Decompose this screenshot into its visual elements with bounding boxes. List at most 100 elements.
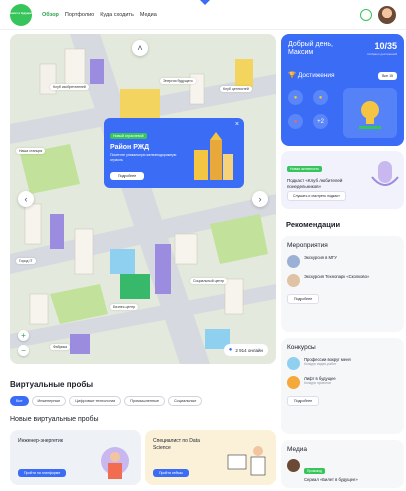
trial-button[interactable]: Пройти сейчас	[153, 469, 190, 477]
virtual-title: Виртуальные пробы	[10, 380, 94, 389]
trophy-icon	[359, 101, 381, 129]
filter-engineering[interactable]: Инженерные	[31, 396, 67, 406]
map-label[interactable]: Фабрика	[50, 344, 71, 350]
nav-where-to-go[interactable]: Куда сходить	[100, 12, 134, 18]
filter-industrial[interactable]: Промышленные	[124, 396, 165, 406]
nav-menu: Обзор Портфолио Куда сходить Медиа	[42, 12, 157, 18]
medal-glyph: ●	[318, 94, 323, 101]
data-scientist-illustration	[227, 446, 266, 476]
trial-card[interactable]: Специалист по Data Science Пройти сейчас	[145, 430, 276, 485]
media-item[interactable]: Промокод Сериал «Билет в будущее»	[287, 459, 398, 482]
media-box: Медиа Промокод Сериал «Билет в будущее»	[281, 440, 404, 488]
contest-item[interactable]: Лифт в будущее Конкурс проектов	[287, 376, 398, 389]
minus-icon: −	[21, 346, 26, 355]
contests-box: Конкурсы Профессии вокруг меня Конкурс в…	[281, 338, 404, 434]
zoom-in-button[interactable]: +	[18, 330, 29, 341]
microphone-icon	[371, 161, 399, 186]
user-avatar[interactable]	[378, 6, 396, 24]
map-label[interactable]: Бизнес-центр	[110, 304, 139, 310]
event-title: Экскурсия Технопарк «Сколково»	[304, 274, 370, 279]
media-tag: Промокод	[304, 468, 325, 474]
map-label[interactable]: Клуб изобретателей	[50, 84, 89, 90]
top-right	[360, 6, 396, 24]
map-label[interactable]: Энергия будущего	[160, 78, 196, 84]
recommendations-title: Рекомендации	[286, 220, 341, 229]
district-popup[interactable]: Новый отраслевой Район РЖД Посетите уник…	[104, 118, 244, 188]
filter-chips: Все Инженерные Цифровые технологии Промы…	[10, 396, 203, 406]
filter-digital[interactable]: Цифровые технологии	[69, 396, 122, 406]
more-medals[interactable]: +2	[313, 114, 328, 129]
nav-media[interactable]: Медиа	[140, 12, 157, 18]
nav-overview[interactable]: Обзор	[42, 12, 59, 18]
chevron-right-icon: ›	[258, 194, 262, 204]
city-map[interactable]: Клуб изобретателей Энергия будущего Клуб…	[10, 34, 276, 364]
popup-more-button[interactable]: Подробнее	[110, 172, 145, 180]
popup-text: Посетите уникальную железнодорожную отра…	[110, 153, 177, 162]
new-virtual-title: Новые виртуальные пробы	[10, 416, 99, 423]
greeting-card: Добрый день, Максим 10/35 Собрано достиж…	[281, 34, 404, 146]
zoom-out-button[interactable]: −	[18, 345, 29, 356]
contests-more-button[interactable]: Подробнее	[287, 396, 320, 406]
media-heading: Медиа	[287, 446, 307, 453]
events-box: Мероприятия Экскурсия в МГУ Экскурсия Те…	[281, 236, 404, 332]
medal-icon[interactable]: ●	[288, 114, 303, 129]
chevron-up-icon: ˄	[137, 43, 143, 53]
contest-icon	[287, 376, 300, 389]
achievement-score: 10/35	[374, 41, 397, 51]
map-illustration	[10, 34, 276, 364]
filter-social[interactable]: Социальные	[167, 396, 203, 406]
events-more-button[interactable]: Подробнее	[287, 294, 320, 304]
contests-heading: Конкурсы	[287, 344, 316, 351]
achievements-label: Достижения	[297, 72, 335, 79]
logo[interactable]: Билет в будущее	[10, 3, 32, 26]
event-thumbnail	[287, 274, 300, 287]
medal-glyph: ●	[293, 118, 298, 125]
all-achievements-button[interactable]: Все 15	[378, 72, 397, 80]
trial-button[interactable]: Пройти на платформе	[18, 469, 67, 477]
logo-text: Билет в будущее	[10, 12, 32, 16]
event-item[interactable]: Экскурсия в МГУ	[287, 255, 398, 268]
contest-subtitle: Конкурс проектов	[304, 381, 331, 386]
top-navigation: Билет в будущее Обзор Портфолио Куда схо…	[0, 0, 406, 30]
map-up-button[interactable]: ˄	[132, 40, 148, 56]
score-label: Собрано достижений	[367, 52, 397, 56]
map-label[interactable]: Город IT	[16, 258, 36, 264]
podcast-button[interactable]: Слушать и смотреть подкаст	[287, 191, 346, 201]
media-thumbnail	[287, 459, 300, 472]
trial-title: Специалист по Data Science	[153, 438, 200, 451]
medal-icon[interactable]: ●	[313, 90, 328, 105]
contest-icon	[287, 357, 300, 370]
notification-icon[interactable]	[360, 9, 372, 21]
event-thumbnail	[287, 255, 300, 268]
map-left-button[interactable]: ‹	[18, 191, 34, 207]
event-item[interactable]: Экскурсия Технопарк «Сколково»	[287, 274, 398, 287]
map-label[interactable]: Социальный центр	[190, 278, 228, 284]
events-heading: Мероприятия	[287, 242, 328, 249]
people-icon: ●	[228, 347, 233, 353]
online-count: 2 914 онлайн	[235, 347, 263, 353]
podcast-tag: Новая активность	[287, 166, 323, 172]
close-icon[interactable]: ×	[235, 121, 239, 128]
building-illustration	[194, 132, 233, 180]
nav-portfolio[interactable]: Портфолио	[65, 12, 94, 18]
contest-subtitle: Конкурс видео-работ	[304, 362, 337, 367]
map-label[interactable]: Наша станция	[16, 148, 46, 154]
podcast-card[interactable]: Новая активность Подкаст «Клуб любителей…	[281, 151, 404, 209]
achievements-heading: 🏆 Достижения	[288, 71, 335, 79]
online-counter[interactable]: ● 2 914 онлайн	[223, 344, 268, 356]
engineer-illustration	[101, 447, 129, 479]
filter-all[interactable]: Все	[10, 396, 29, 406]
trophy-icon: 🏆	[288, 72, 297, 79]
contest-item[interactable]: Профессии вокруг меня Конкурс видео-рабо…	[287, 357, 398, 370]
event-title: Экскурсия в МГУ	[304, 255, 337, 260]
medal-icon[interactable]: ●	[288, 90, 303, 105]
trophy-illustration	[343, 88, 397, 138]
map-right-button[interactable]: ›	[252, 191, 268, 207]
map-label[interactable]: Клуб ценностей	[220, 86, 252, 92]
chevron-left-icon: ‹	[24, 194, 28, 204]
podcast-title: Подкаст «Клуб любителей понедельников»	[287, 178, 343, 189]
popup-badge: Новый отраслевой	[110, 133, 147, 139]
medal-glyph: ●	[293, 94, 298, 101]
greeting-text: Добрый день, Максим	[288, 41, 333, 57]
trial-card[interactable]: Инженер-энергетик Пройти на платформе	[10, 430, 141, 485]
